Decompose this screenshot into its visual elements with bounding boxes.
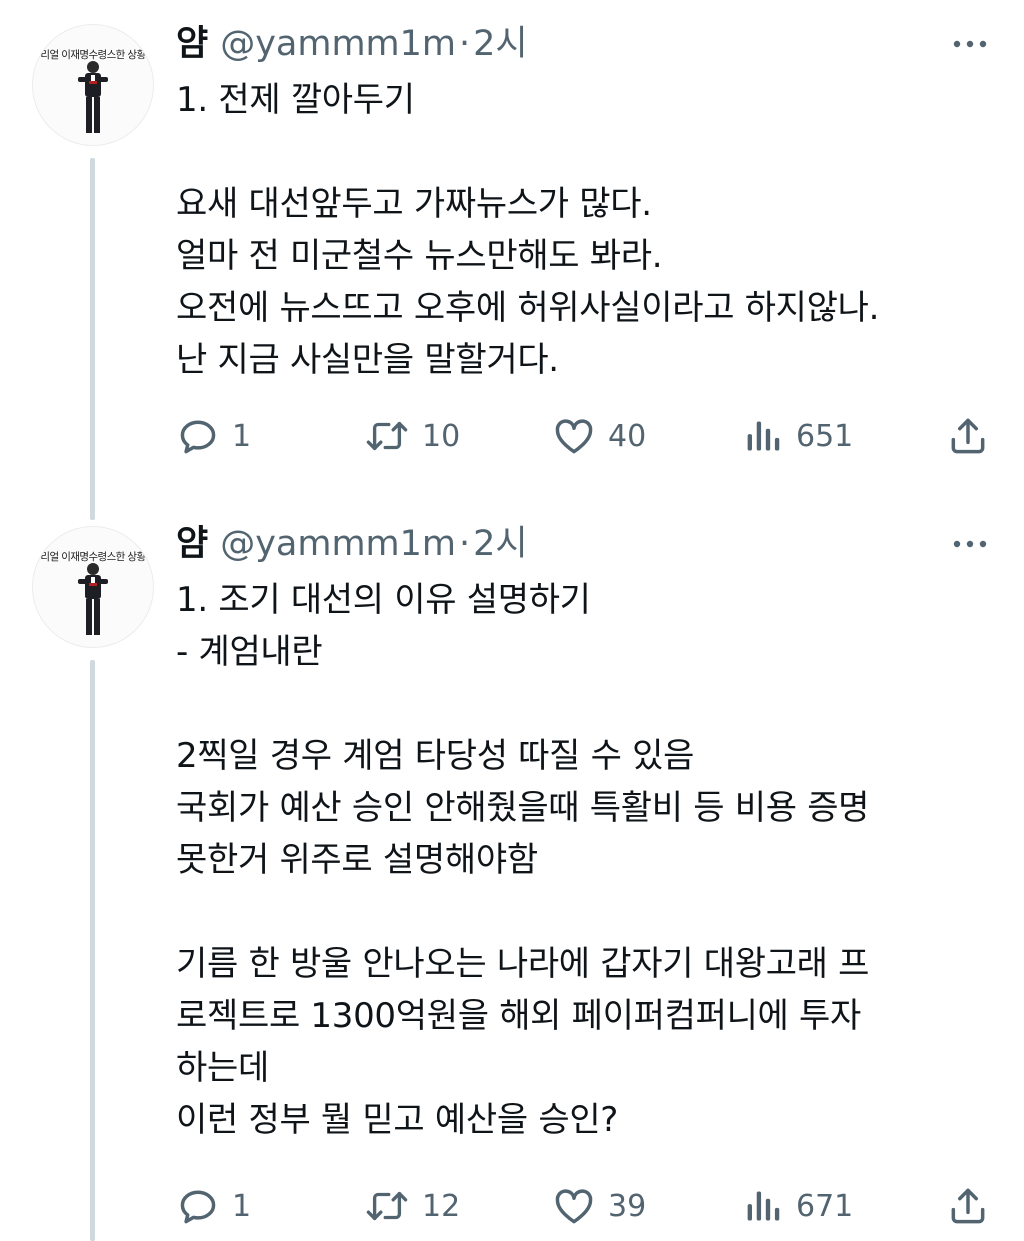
retweet-count: 10 xyxy=(422,418,461,454)
text-line: 국회가 예산 승인 안해줬을때 특활비 등 비용 증명 xyxy=(176,788,870,828)
share-icon xyxy=(951,418,985,454)
like-count: 39 xyxy=(608,1188,647,1224)
views-count: 651 xyxy=(796,418,854,454)
reply-icon xyxy=(180,420,216,454)
text-line: 요새 대선앞두고 가짜뉴스가 많다. xyxy=(176,184,652,224)
timestamp[interactable]: 2시 xyxy=(473,522,527,566)
display-name[interactable]: 얌 xyxy=(176,522,208,566)
avatar-person-figure xyxy=(78,563,108,635)
text-gap xyxy=(176,886,996,938)
tweet-header: 얌 @yammm1m · 2시 xyxy=(176,22,528,66)
separator-dot: · xyxy=(459,24,471,64)
retweet-count: 12 xyxy=(422,1188,461,1224)
user-handle[interactable]: @yammm1m xyxy=(220,22,456,66)
action-bar: 1 10 40 651 xyxy=(176,412,996,460)
reply-count: 1 xyxy=(232,1188,252,1224)
heart-icon xyxy=(555,1189,593,1224)
timestamp[interactable]: 2시 xyxy=(473,22,527,66)
separator-dot: · xyxy=(459,524,471,564)
more-dots-icon[interactable] xyxy=(952,38,988,50)
text-line: 기름 한 방울 안나오는 나라에 갑자기 대왕고래 프 xyxy=(176,944,870,984)
more-dots-icon[interactable] xyxy=(952,538,988,550)
views-button[interactable]: 671 xyxy=(744,1182,853,1230)
retweet-button[interactable]: 12 xyxy=(364,1182,460,1230)
text-line: 2찍일 경우 계엄 타당성 따질 수 있음 xyxy=(176,736,695,776)
text-line: 난 지금 사실만을 말할거다. xyxy=(176,340,559,380)
share-icon xyxy=(951,1188,985,1224)
views-button[interactable]: 651 xyxy=(744,412,853,460)
text-line: 하는데 xyxy=(176,1048,269,1088)
user-handle[interactable]: @yammm1m xyxy=(220,522,456,566)
views-count: 671 xyxy=(796,1188,854,1224)
tweet[interactable]: 리얼 이재명수령스한 상황 얌 @yammm1m · 2시 1. 전제 깔아두기… xyxy=(0,0,1024,520)
text-line: 못한거 위주로 설명해야함 xyxy=(176,840,538,880)
tweet[interactable]: 리얼 이재명수령스한 상황 얌 @yammm1m · 2시 1. 조기 대선의 … xyxy=(0,520,1024,1241)
text-line: 이런 정부 뭘 믿고 예산을 승인? xyxy=(176,1100,619,1140)
text-line: 1. 조기 대선의 이유 설명하기 xyxy=(176,580,591,620)
thread-line xyxy=(90,158,95,520)
reply-button[interactable]: 1 xyxy=(176,1182,251,1230)
retweet-icon xyxy=(366,421,408,451)
reply-button[interactable]: 1 xyxy=(176,412,251,460)
share-button[interactable] xyxy=(946,412,990,460)
like-button[interactable]: 40 xyxy=(552,412,646,460)
thread-line xyxy=(90,660,95,1241)
share-button[interactable] xyxy=(946,1182,990,1230)
views-icon xyxy=(747,421,780,451)
retweet-icon xyxy=(366,1191,408,1221)
display-name[interactable]: 얌 xyxy=(176,22,208,66)
text-line: 1. 전제 깔아두기 xyxy=(176,80,415,120)
like-button[interactable]: 39 xyxy=(552,1182,646,1230)
text-line: - 계엄내란 xyxy=(176,632,323,672)
avatar[interactable]: 리얼 이재명수령스한 상황 xyxy=(32,24,154,146)
text-line: 로젝트로 1300억원을 해외 페이퍼컴퍼니에 투자 xyxy=(176,996,861,1036)
reply-icon xyxy=(180,1190,216,1224)
heart-icon xyxy=(555,419,593,454)
tweet-text: 1. 조기 대선의 이유 설명하기 - 계엄내란 2찍일 경우 계엄 타당성 따… xyxy=(176,574,996,1146)
text-gap xyxy=(176,126,996,178)
text-line: 오전에 뉴스뜨고 오후에 허위사실이라고 하지않나. xyxy=(176,288,880,328)
text-line: 얼마 전 미군철수 뉴스만해도 봐라. xyxy=(176,236,663,276)
text-gap xyxy=(176,678,996,730)
action-bar: 1 12 39 671 xyxy=(176,1182,996,1230)
views-icon xyxy=(747,1191,780,1221)
avatar[interactable]: 리얼 이재명수령스한 상황 xyxy=(32,526,154,648)
tweet-text: 1. 전제 깔아두기 요새 대선앞두고 가짜뉴스가 많다. 얼마 전 미군철수 … xyxy=(176,74,996,386)
tweet-header: 얌 @yammm1m · 2시 xyxy=(176,522,528,566)
avatar-person-figure xyxy=(78,61,108,133)
reply-count: 1 xyxy=(232,418,252,454)
retweet-button[interactable]: 10 xyxy=(364,412,460,460)
like-count: 40 xyxy=(608,418,647,454)
